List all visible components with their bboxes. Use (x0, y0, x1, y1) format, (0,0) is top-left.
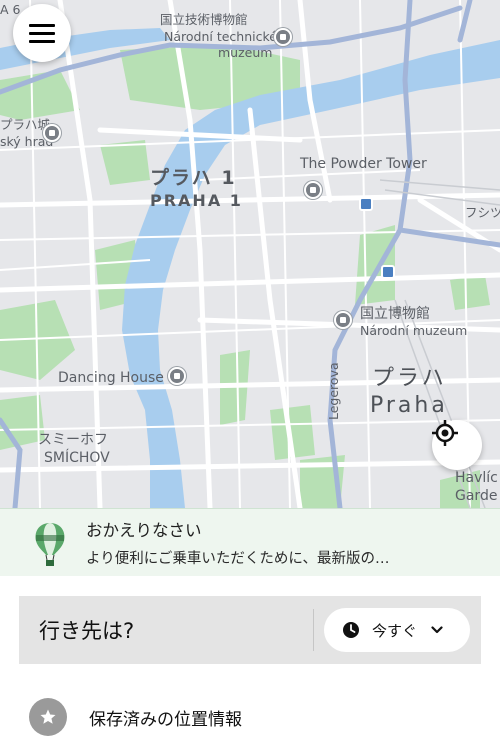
map-label-tech-museum-cz: Národní technické (164, 29, 277, 44)
hamburger-menu-icon (29, 23, 55, 27)
map-label-praha-cz: Praha (370, 393, 448, 418)
map-label-edge-right: フシツカ (465, 205, 500, 220)
tower-poi-icon[interactable] (304, 181, 322, 199)
destination-input[interactable]: 行き先は? (39, 615, 313, 645)
castle-poi-icon[interactable] (43, 124, 61, 142)
map-label-havlice: Havlíc (455, 470, 498, 486)
saved-places-row[interactable]: 保存済みの位置情報 (29, 698, 242, 736)
map-label-tech-museum-cz2: muzeum (218, 45, 273, 60)
banner-subtitle: より便利にご乗車いただくために、最新版の… (86, 551, 390, 567)
map-label-powder-tower: The Powder Tower (300, 156, 427, 172)
map-label-havlice-2: Garde (455, 488, 498, 504)
clock-icon (343, 622, 359, 638)
map-label-tech-museum-jp: 国立技術博物館 (160, 12, 248, 27)
star-icon (29, 698, 67, 736)
hot-air-balloon-icon (32, 521, 68, 566)
search-divider (313, 609, 314, 651)
destination-search-bar[interactable]: 行き先は? 今すぐ (19, 596, 481, 664)
metro-station-icon[interactable] (359, 197, 373, 211)
map-label-national-museum-cz: Národní muzeum (360, 323, 468, 338)
map-label-praha-jp: プラハ (372, 366, 447, 391)
map-label-dancing-house: Dancing House (58, 370, 164, 386)
national-museum-poi-icon[interactable] (334, 311, 352, 329)
map-label-edge-top: A 6 (0, 2, 21, 17)
map-label-smichov-cz: SMÍCHOV (44, 450, 110, 466)
banner-title: おかえりなさい (86, 521, 202, 540)
map-label-praha1-jp: プラハ 1 (150, 167, 237, 189)
map-label-legerova: Legerova (326, 362, 341, 420)
map-label-praha1-cz: PRAHA 1 (150, 191, 243, 210)
bottom-sheet: 行き先は? 今すぐ 保存済みの位置情報 (0, 576, 500, 750)
welcome-back-banner[interactable]: おかえりなさい より便利にご乗車いただくために、最新版の… (0, 508, 500, 576)
map-label-national-museum-jp: 国立博物館 (360, 306, 430, 322)
chevron-down-icon (431, 626, 443, 634)
metro-station-icon-2[interactable] (381, 265, 395, 279)
saved-places-label: 保存済みの位置情報 (89, 709, 242, 730)
map-view[interactable]: 国立技術博物館 Národní technické muzeum A 6 プラハ… (0, 0, 500, 508)
locate-crosshair-icon (432, 420, 458, 446)
dancing-house-poi-icon[interactable] (168, 367, 186, 385)
menu-button[interactable] (13, 4, 71, 62)
pickup-time-label: 今すぐ (372, 621, 418, 640)
locate-me-button[interactable] (432, 420, 482, 470)
museum-poi-icon[interactable] (274, 28, 292, 46)
map-label-smichov-jp: スミーホフ (38, 432, 108, 448)
pickup-time-selector[interactable]: 今すぐ (324, 608, 470, 652)
